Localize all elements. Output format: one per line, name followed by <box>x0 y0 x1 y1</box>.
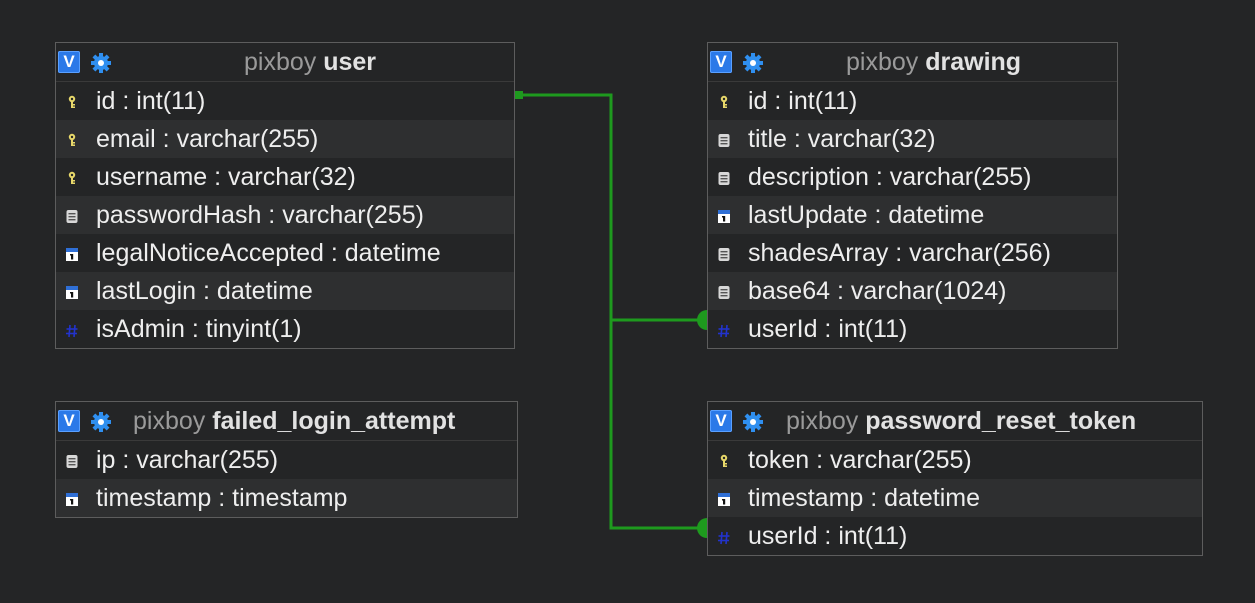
key-icon <box>68 171 76 184</box>
column-list: token : varchar(255) timestamp : datetime… <box>708 441 1202 555</box>
column-row[interactable]: email : varchar(255) <box>56 120 514 158</box>
column-label: description : varchar(255) <box>748 163 1032 191</box>
column-label: userId : int(11) <box>748 522 908 550</box>
relation-end-password-reset-token <box>697 518 707 538</box>
text-icon <box>718 134 730 147</box>
number-icon <box>718 531 730 545</box>
column-row[interactable]: ip : varchar(255) <box>56 441 517 479</box>
table-header[interactable]: V pixboy drawing <box>708 43 1117 82</box>
column-label: userId : int(11) <box>748 315 908 343</box>
column-label: token : varchar(255) <box>748 446 972 474</box>
column-label: email : varchar(255) <box>96 125 319 153</box>
text-icon <box>718 248 730 261</box>
table-title: pixboy user <box>244 43 376 81</box>
gear-icon[interactable] <box>741 411 765 433</box>
column-label: shadesArray : varchar(256) <box>748 239 1051 267</box>
date-icon <box>66 286 78 299</box>
toggle-columns-button[interactable]: V <box>58 51 80 73</box>
table-header[interactable]: V pixboy user <box>56 43 514 82</box>
text-icon <box>66 455 78 468</box>
column-row[interactable]: description : varchar(255) <box>708 158 1117 196</box>
column-label: base64 : varchar(1024) <box>748 277 1007 305</box>
column-label: legalNoticeAccepted : datetime <box>96 239 441 267</box>
column-row[interactable]: id : int(11) <box>708 82 1117 120</box>
table-header[interactable]: V pixboy failed_login_attempt <box>56 402 517 441</box>
column-row[interactable]: title : varchar(32) <box>708 120 1117 158</box>
column-row[interactable]: timestamp : timestamp <box>56 479 517 517</box>
table-name: user <box>323 48 377 76</box>
column-label: username : varchar(32) <box>96 163 356 191</box>
table-user[interactable]: V pixboy user id : int(11) email : varcha… <box>55 42 515 349</box>
table-title: pixboy failed_login_attempt <box>133 402 455 440</box>
number-icon <box>66 324 78 338</box>
table-title: pixboy password_reset_token <box>786 402 1136 440</box>
date-icon <box>66 493 78 506</box>
table-name: drawing <box>925 48 1022 76</box>
column-row[interactable]: userId : int(11) <box>708 310 1117 348</box>
relation-anchor <box>515 91 523 99</box>
text-icon <box>718 286 730 299</box>
gear-icon[interactable] <box>741 52 765 74</box>
column-label: lastUpdate : datetime <box>748 201 985 229</box>
key-icon <box>720 95 728 108</box>
column-label: isAdmin : tinyint(1) <box>96 315 302 343</box>
column-label: id : int(11) <box>748 87 858 115</box>
column-row[interactable]: base64 : varchar(1024) <box>708 272 1117 310</box>
toggle-columns-button[interactable]: V <box>710 51 732 73</box>
column-row[interactable]: token : varchar(255) <box>708 441 1202 479</box>
database-name: pixboy <box>786 407 859 435</box>
table-drawing[interactable]: V pixboy drawing id : int(11) title : var… <box>707 42 1118 349</box>
table-password-reset-token[interactable]: V pixboy password_reset_token token : va… <box>707 401 1203 556</box>
toggle-columns-button[interactable]: V <box>58 410 80 432</box>
key-icon <box>68 95 76 108</box>
column-row[interactable]: userId : int(11) <box>708 517 1202 555</box>
date-icon <box>66 248 78 261</box>
database-name: pixboy <box>244 48 317 76</box>
column-row[interactable]: id : int(11) <box>56 82 514 120</box>
column-list: ip : varchar(255) timestamp : timestamp <box>56 441 517 517</box>
column-row[interactable]: lastUpdate : datetime <box>708 196 1117 234</box>
column-row[interactable]: username : varchar(32) <box>56 158 514 196</box>
database-name: pixboy <box>133 407 206 435</box>
toggle-columns-button[interactable]: V <box>710 410 732 432</box>
column-row[interactable]: timestamp : datetime <box>708 479 1202 517</box>
column-label: timestamp : timestamp <box>96 484 348 512</box>
key-icon <box>68 133 76 146</box>
column-label: ip : varchar(255) <box>96 446 279 474</box>
column-row[interactable]: isAdmin : tinyint(1) <box>56 310 514 348</box>
column-label: passwordHash : varchar(255) <box>96 201 424 229</box>
text-icon <box>66 210 78 223</box>
column-list: id : int(11) title : varchar(32) descripti… <box>708 82 1117 348</box>
column-label: title : varchar(32) <box>748 125 936 153</box>
relation-end-drawing <box>697 310 707 330</box>
table-name: password_reset_token <box>865 407 1137 435</box>
column-row[interactable]: legalNoticeAccepted : datetime <box>56 234 514 272</box>
column-list: id : int(11) email : varchar(255) username… <box>56 82 514 348</box>
relation-line-user-password-reset-token <box>609 320 707 530</box>
column-label: lastLogin : datetime <box>96 277 313 305</box>
relation-line-user-drawing <box>519 93 707 322</box>
gear-icon[interactable] <box>89 52 113 74</box>
table-name: failed_login_attempt <box>212 407 456 435</box>
table-header[interactable]: V pixboy password_reset_token <box>708 402 1202 441</box>
gear-icon[interactable] <box>89 411 113 433</box>
key-icon <box>720 454 728 467</box>
column-row[interactable]: passwordHash : varchar(255) <box>56 196 514 234</box>
column-label: id : int(11) <box>96 87 206 115</box>
text-icon <box>718 172 730 185</box>
date-icon <box>718 210 730 223</box>
column-row[interactable]: lastLogin : datetime <box>56 272 514 310</box>
number-icon <box>718 324 730 338</box>
table-failed-login-attempt[interactable]: V pixboy failed_login_attempt ip : varch… <box>55 401 518 518</box>
date-icon <box>718 493 730 506</box>
column-label: timestamp : datetime <box>748 484 981 512</box>
table-title: pixboy drawing <box>846 43 1021 81</box>
database-name: pixboy <box>846 48 919 76</box>
column-row[interactable]: shadesArray : varchar(256) <box>708 234 1117 272</box>
